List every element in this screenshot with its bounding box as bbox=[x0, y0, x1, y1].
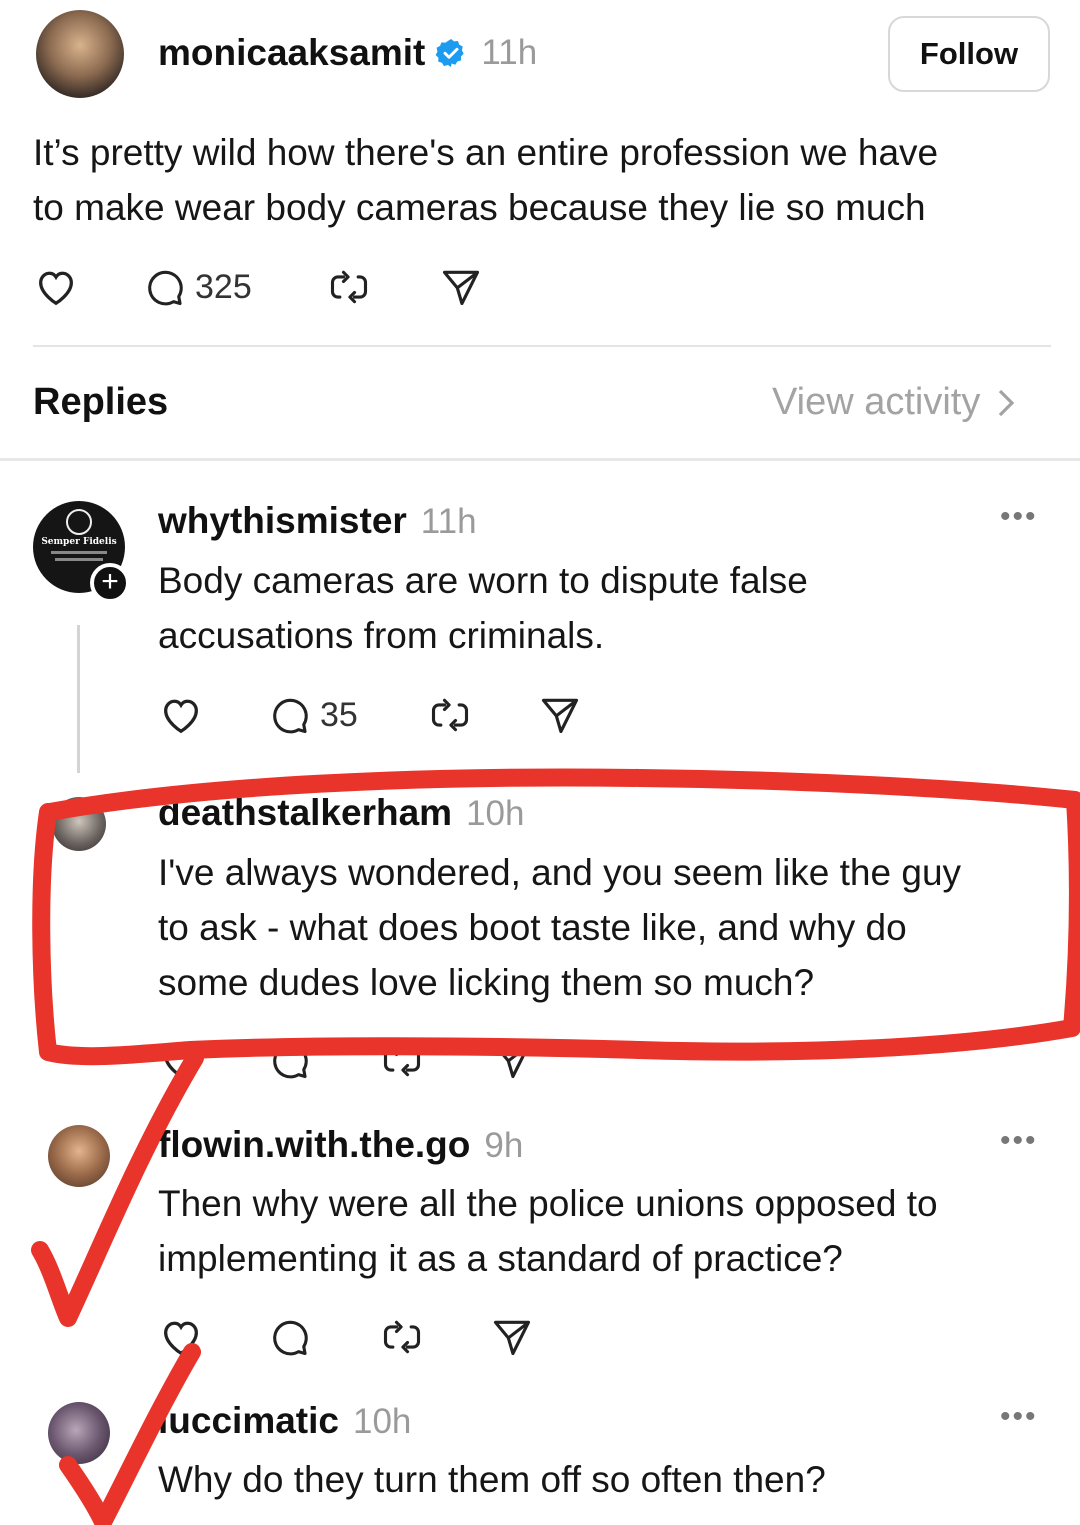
view-activity-label: View activity bbox=[772, 381, 981, 423]
comment-icon[interactable] bbox=[268, 1038, 380, 1082]
send-icon[interactable] bbox=[490, 1038, 534, 1082]
reply-text: Why do they turn them off so often then? bbox=[158, 1452, 1058, 1507]
heart-icon[interactable] bbox=[158, 1314, 268, 1360]
avatar-emblem-icon bbox=[66, 509, 92, 535]
reply-count: 35 bbox=[320, 695, 358, 734]
reply-action[interactable]: 35 bbox=[268, 693, 428, 737]
follow-button[interactable]: Follow bbox=[888, 16, 1050, 92]
follow-plus-icon[interactable]: + bbox=[90, 563, 130, 603]
reply-text-line: Body cameras are worn to dispute false bbox=[158, 560, 808, 601]
avatar-caption: Semper Fidelis bbox=[41, 537, 117, 547]
reply-text-line: I've always wondered, and you seem like … bbox=[158, 852, 962, 893]
more-icon[interactable]: ••• bbox=[1000, 500, 1038, 534]
reply-action[interactable]: 325 bbox=[143, 265, 327, 309]
more-icon[interactable]: ••• bbox=[1000, 1124, 1038, 1158]
repost-icon[interactable] bbox=[380, 1315, 490, 1359]
reply-text: I've always wondered, and you seem like … bbox=[158, 845, 1058, 1010]
heart-icon[interactable] bbox=[158, 692, 268, 738]
reply-text-line: Then why were all the police unions oppo… bbox=[158, 1183, 938, 1224]
heart-icon[interactable] bbox=[158, 1037, 268, 1083]
comment-icon bbox=[143, 265, 187, 309]
replies-title: Replies bbox=[33, 381, 169, 423]
reply-header: whythismister 11h bbox=[158, 500, 477, 542]
post-divider bbox=[33, 345, 1051, 347]
reply-username[interactable]: whythismister bbox=[158, 500, 407, 542]
reply-username[interactable]: luccimatic bbox=[158, 1400, 339, 1442]
avatar-monicaaksamit[interactable] bbox=[36, 10, 124, 98]
reply-header: luccimatic 10h bbox=[158, 1400, 411, 1442]
repost-icon[interactable] bbox=[380, 1038, 490, 1082]
avatar-luccimatic[interactable] bbox=[48, 1402, 110, 1464]
post-header: monicaaksamit 11h bbox=[158, 30, 537, 76]
reply-actions bbox=[158, 1313, 534, 1361]
post-username[interactable]: monicaaksamit bbox=[158, 32, 425, 74]
reply-time: 11h bbox=[420, 502, 477, 541]
reply-time: 10h bbox=[352, 1402, 412, 1441]
post-actions: 325 bbox=[33, 262, 483, 312]
post-text: It’s pretty wild how there's an entire p… bbox=[33, 125, 1053, 235]
reply-text: Body cameras are worn to dispute false a… bbox=[158, 553, 1058, 663]
avatar-deathstalkerham[interactable] bbox=[52, 797, 106, 851]
verified-badge-icon bbox=[435, 37, 467, 69]
reply-time: 9h bbox=[484, 1126, 524, 1165]
chevron-right-icon bbox=[996, 387, 1016, 419]
reply-text-line: implementing it as a standard of practic… bbox=[158, 1238, 843, 1279]
reply-username[interactable]: deathstalkerham bbox=[158, 792, 452, 834]
avatar-flowin-with-the-go[interactable] bbox=[48, 1125, 110, 1187]
send-icon[interactable] bbox=[490, 1315, 534, 1359]
post-time: 11h bbox=[481, 33, 538, 72]
reply-text: Then why were all the police unions oppo… bbox=[158, 1176, 1058, 1286]
view-activity-link[interactable]: View activity bbox=[772, 381, 1016, 424]
repost-icon[interactable] bbox=[327, 265, 439, 309]
thread-line bbox=[77, 625, 80, 773]
follow-button-label: Follow bbox=[919, 36, 1019, 71]
post-text-line: to make wear body cameras because they l… bbox=[33, 187, 926, 228]
comment-icon[interactable] bbox=[268, 1315, 380, 1359]
replies-divider bbox=[0, 458, 1080, 461]
reply-text-line: accusations from criminals. bbox=[158, 615, 605, 656]
reply-actions: 35 bbox=[158, 691, 582, 739]
reply-header: deathstalkerham 10h bbox=[158, 792, 524, 834]
reply-username[interactable]: flowin.with.the.go bbox=[158, 1124, 470, 1166]
send-icon[interactable] bbox=[538, 693, 582, 737]
heart-icon[interactable] bbox=[33, 264, 143, 310]
more-icon[interactable]: ••• bbox=[1000, 1400, 1038, 1434]
reply-header: flowin.with.the.go 9h bbox=[158, 1124, 523, 1166]
reply-text-line: Why do they turn them off so often then? bbox=[158, 1459, 826, 1500]
send-icon[interactable] bbox=[439, 265, 483, 309]
repost-icon[interactable] bbox=[428, 693, 538, 737]
avatar-fine-print bbox=[55, 558, 103, 561]
post-reply-count: 325 bbox=[195, 267, 252, 306]
post-text-line: It’s pretty wild how there's an entire p… bbox=[33, 132, 939, 173]
reply-time: 10h bbox=[466, 794, 525, 833]
avatar-fine-print bbox=[51, 551, 107, 554]
comment-icon bbox=[268, 693, 312, 737]
reply-text-line: to ask - what does boot taste like, and … bbox=[158, 907, 907, 948]
reply-actions bbox=[158, 1036, 534, 1084]
reply-text-line: some dudes love licking them so much? bbox=[158, 962, 815, 1003]
